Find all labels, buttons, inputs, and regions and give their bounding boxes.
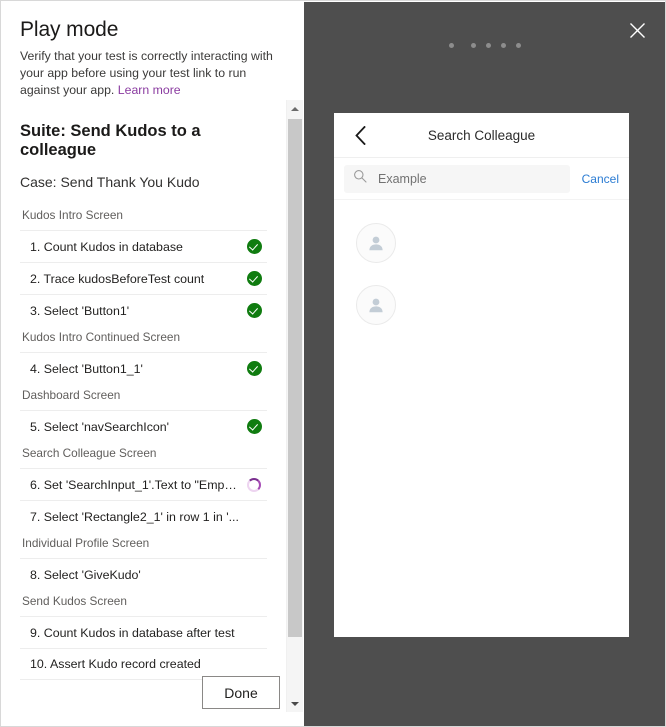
loading-dot [501, 43, 506, 48]
check-circle-icon [246, 419, 262, 434]
loading-dot [449, 43, 454, 48]
test-step-label: 7. Select 'Rectangle2_1' in row 1 in '..… [30, 509, 239, 524]
check-circle-icon [246, 271, 262, 286]
step-status-empty [245, 655, 263, 673]
colleague-results-list [334, 200, 629, 336]
steps-scroll-area: Suite: Send Kudos to a colleague Case: S… [2, 100, 285, 712]
step-passed-icon [245, 418, 263, 436]
close-icon[interactable] [621, 14, 653, 46]
test-step-label: 4. Select 'Button1_1' [30, 361, 143, 376]
search-input[interactable]: Example [344, 164, 570, 193]
step-passed-icon [245, 238, 263, 256]
search-icon [353, 169, 367, 188]
scroll-up-arrow-icon[interactable] [287, 100, 303, 117]
test-step-label: 3. Select 'Button1' [30, 303, 130, 318]
play-mode-dialog: Play mode Verify that your test is corre… [0, 0, 666, 727]
test-step-label: 5. Select 'navSearchIcon' [30, 419, 170, 434]
test-step-row[interactable]: 6. Set 'SearchInput_1'.Text to "Emplo... [20, 468, 267, 500]
test-step-label: 8. Select 'GiveKudo' [30, 567, 141, 582]
test-step-label: 1. Count Kudos in database [30, 239, 183, 254]
test-step-row[interactable]: 9. Count Kudos in database after test [20, 616, 267, 648]
loading-dot [486, 43, 491, 48]
loading-dots [304, 43, 665, 48]
phone-search-row: Example Cancel [334, 158, 629, 200]
step-passed-icon [245, 360, 263, 378]
phone-preview-screen: Search Colleague Example Cancel [334, 113, 629, 637]
screen-group-label: Search Colleague Screen [22, 446, 157, 460]
screen-group-label: Kudos Intro Continued Screen [22, 330, 181, 344]
phone-app-header: Search Colleague [334, 113, 629, 158]
learn-more-link[interactable]: Learn more [118, 83, 181, 97]
avatar [356, 223, 396, 263]
loading-dot [471, 43, 476, 48]
test-step-row[interactable]: 2. Trace kudosBeforeTest count [20, 262, 267, 294]
person-icon [369, 236, 383, 251]
test-steps-panel: Play mode Verify that your test is corre… [2, 2, 303, 726]
done-button[interactable]: Done [202, 676, 280, 709]
step-groups: Kudos Intro Screen 1. Count Kudos in data… [20, 204, 267, 680]
test-step-row[interactable]: 1. Count Kudos in database [20, 230, 267, 262]
screen-group-label: Individual Profile Screen [22, 536, 150, 550]
chevron-left-icon[interactable] [346, 113, 374, 157]
test-step-row[interactable]: 5. Select 'navSearchIcon' [20, 410, 267, 442]
avatar [356, 285, 396, 325]
search-cancel-link[interactable]: Cancel [582, 172, 619, 186]
search-input-placeholder: Example [378, 171, 427, 186]
panel-description: Verify that your test is correctly inter… [20, 48, 285, 99]
check-circle-icon [246, 239, 262, 254]
panel-intro: Play mode Verify that your test is corre… [2, 2, 303, 99]
loading-dot [516, 43, 521, 48]
step-passed-icon [245, 302, 263, 320]
suite-title: Suite: Send Kudos to a colleague [20, 122, 201, 159]
scroll-down-arrow-icon[interactable] [287, 695, 303, 712]
test-step-label: 2. Trace kudosBeforeTest count [30, 271, 205, 286]
app-player-pane: Search Colleague Example Cancel [304, 2, 665, 726]
step-running-icon [245, 476, 263, 494]
test-step-label: 6. Set 'SearchInput_1'.Text to "Emplo... [30, 477, 245, 492]
page-title: Play mode [20, 18, 119, 41]
test-step-row[interactable]: 4. Select 'Button1_1' [20, 352, 267, 384]
step-passed-icon [245, 270, 263, 288]
check-circle-icon [246, 303, 262, 318]
check-circle-icon [246, 361, 262, 376]
case-title: Case: Send Thank You Kudo [20, 174, 200, 190]
spinner-icon [247, 477, 261, 492]
test-step-label: 10. Assert Kudo record created [30, 657, 201, 671]
screen-group-label: Kudos Intro Screen [22, 208, 123, 222]
test-step-row[interactable]: 8. Select 'GiveKudo' [20, 558, 267, 590]
colleague-result-row[interactable] [334, 212, 629, 274]
test-step-label: 9. Count Kudos in database after test [30, 625, 235, 640]
step-status-empty [245, 624, 263, 642]
phone-screen-title: Search Colleague [427, 127, 536, 143]
steps-scrollbar[interactable] [286, 100, 303, 712]
step-status-empty [245, 508, 263, 526]
step-status-empty [245, 566, 263, 584]
screen-group-label: Dashboard Screen [22, 388, 121, 402]
test-step-row[interactable]: 3. Select 'Button1' [20, 294, 267, 326]
colleague-result-row[interactable] [334, 274, 629, 336]
scrollbar-thumb[interactable] [288, 119, 302, 637]
test-step-row[interactable]: 7. Select 'Rectangle2_1' in row 1 in '..… [20, 500, 267, 532]
screen-group-label: Send Kudos Screen [22, 594, 127, 608]
person-icon [369, 298, 383, 313]
